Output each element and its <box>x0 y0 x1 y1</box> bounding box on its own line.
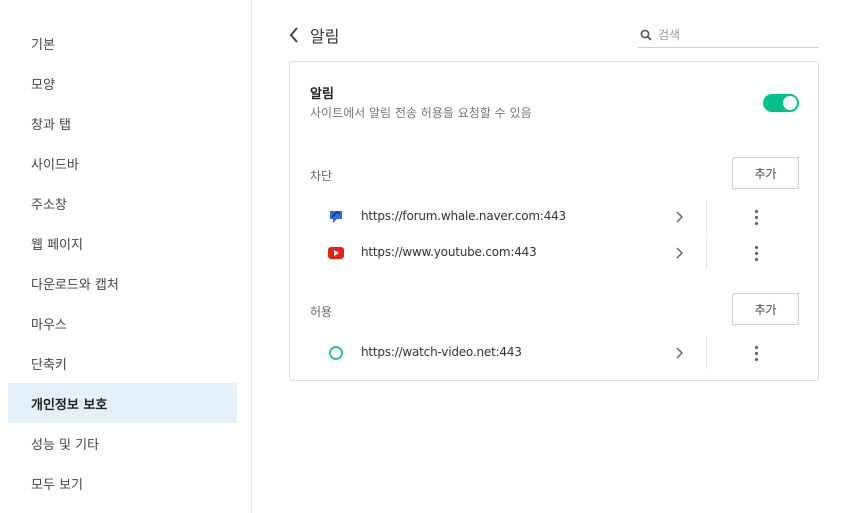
sidebar-item-privacy[interactable]: 개인정보 보호 <box>8 383 237 423</box>
toggle-knob <box>783 96 797 110</box>
search-input[interactable] <box>658 27 808 42</box>
blocked-site-row[interactable]: https://www.youtube.com:443 <box>290 235 818 271</box>
blocked-site-row[interactable]: https://forum.whale.naver.com:443 <box>290 199 818 235</box>
sidebar-item-label: 기본 <box>31 37 55 53</box>
more-options-icon[interactable] <box>746 342 766 364</box>
sidebar-item-label: 다운로드와 캡처 <box>31 277 119 293</box>
sidebar-item-appearance[interactable]: 모양 <box>8 63 237 103</box>
sidebar-item-sidebar[interactable]: 사이드바 <box>8 143 237 183</box>
more-options-icon[interactable] <box>746 242 766 264</box>
settings-sidebar: 기본 모양 창과 탭 사이드바 주소창 웹 페이지 다운로드와 캡처 마우스 단… <box>0 0 252 513</box>
chevron-left-icon[interactable] <box>284 23 304 47</box>
sidebar-item-mouse[interactable]: 마우스 <box>8 303 237 343</box>
chevron-right-icon[interactable] <box>672 208 686 226</box>
sidebar-item-shortcuts[interactable]: 단축키 <box>8 343 237 383</box>
row-divider <box>706 201 707 233</box>
search-box <box>638 22 819 48</box>
blocked-section-label: 차단 <box>310 169 333 183</box>
chevron-right-icon[interactable] <box>672 344 686 362</box>
sidebar-item-label: 주소창 <box>31 197 67 213</box>
page-title: 알림 <box>310 27 340 46</box>
whale-forum-icon <box>328 209 344 225</box>
row-divider <box>706 337 707 369</box>
sidebar-item-windows-tabs[interactable]: 창과 탭 <box>8 103 237 143</box>
sidebar-item-download-capture[interactable]: 다운로드와 캡처 <box>8 263 237 303</box>
notification-description: 사이트에서 알림 전송 허용을 요청할 수 있음 <box>310 106 532 120</box>
sidebar-item-address-bar[interactable]: 주소창 <box>8 183 237 223</box>
sidebar-item-label: 개인정보 보호 <box>31 397 108 413</box>
sidebar-item-label: 모두 보기 <box>31 477 83 493</box>
sidebar-item-label: 웹 페이지 <box>31 237 83 253</box>
search-icon <box>638 27 654 43</box>
sidebar-item-label: 모양 <box>31 77 55 93</box>
add-blocked-button[interactable]: 추가 <box>732 157 799 189</box>
sidebar-item-label: 사이드바 <box>31 157 79 173</box>
sidebar-item-label: 성능 및 기타 <box>31 437 100 453</box>
sidebar-item-web-page[interactable]: 웹 페이지 <box>8 223 237 263</box>
notification-title: 알림 <box>310 87 334 102</box>
more-options-icon[interactable] <box>746 206 766 228</box>
notification-toggle[interactable] <box>763 94 799 112</box>
youtube-icon <box>328 245 344 261</box>
allowed-section-label: 허용 <box>310 305 333 319</box>
sidebar-item-performance[interactable]: 성능 및 기타 <box>8 423 237 463</box>
allowed-site-row[interactable]: https://watch-video.net:443 <box>290 335 818 371</box>
site-url: https://watch-video.net:443 <box>361 345 522 359</box>
notification-settings-card: 알림 사이트에서 알림 전송 허용을 요청할 수 있음 차단 추가 https:… <box>289 61 819 381</box>
globe-circle-icon <box>328 345 344 361</box>
sidebar-item-view-all[interactable]: 모두 보기 <box>8 463 237 503</box>
row-divider <box>706 237 707 269</box>
page-header: 알림 <box>284 22 339 48</box>
sidebar-item-label: 마우스 <box>31 317 67 333</box>
chevron-right-icon[interactable] <box>672 244 686 262</box>
add-allowed-button[interactable]: 추가 <box>732 293 799 325</box>
site-url: https://forum.whale.naver.com:443 <box>361 209 566 223</box>
site-url: https://www.youtube.com:443 <box>361 245 537 259</box>
sidebar-item-label: 창과 탭 <box>31 117 72 133</box>
sidebar-item-label: 단축키 <box>31 357 67 373</box>
sidebar-item-basic[interactable]: 기본 <box>8 23 237 63</box>
